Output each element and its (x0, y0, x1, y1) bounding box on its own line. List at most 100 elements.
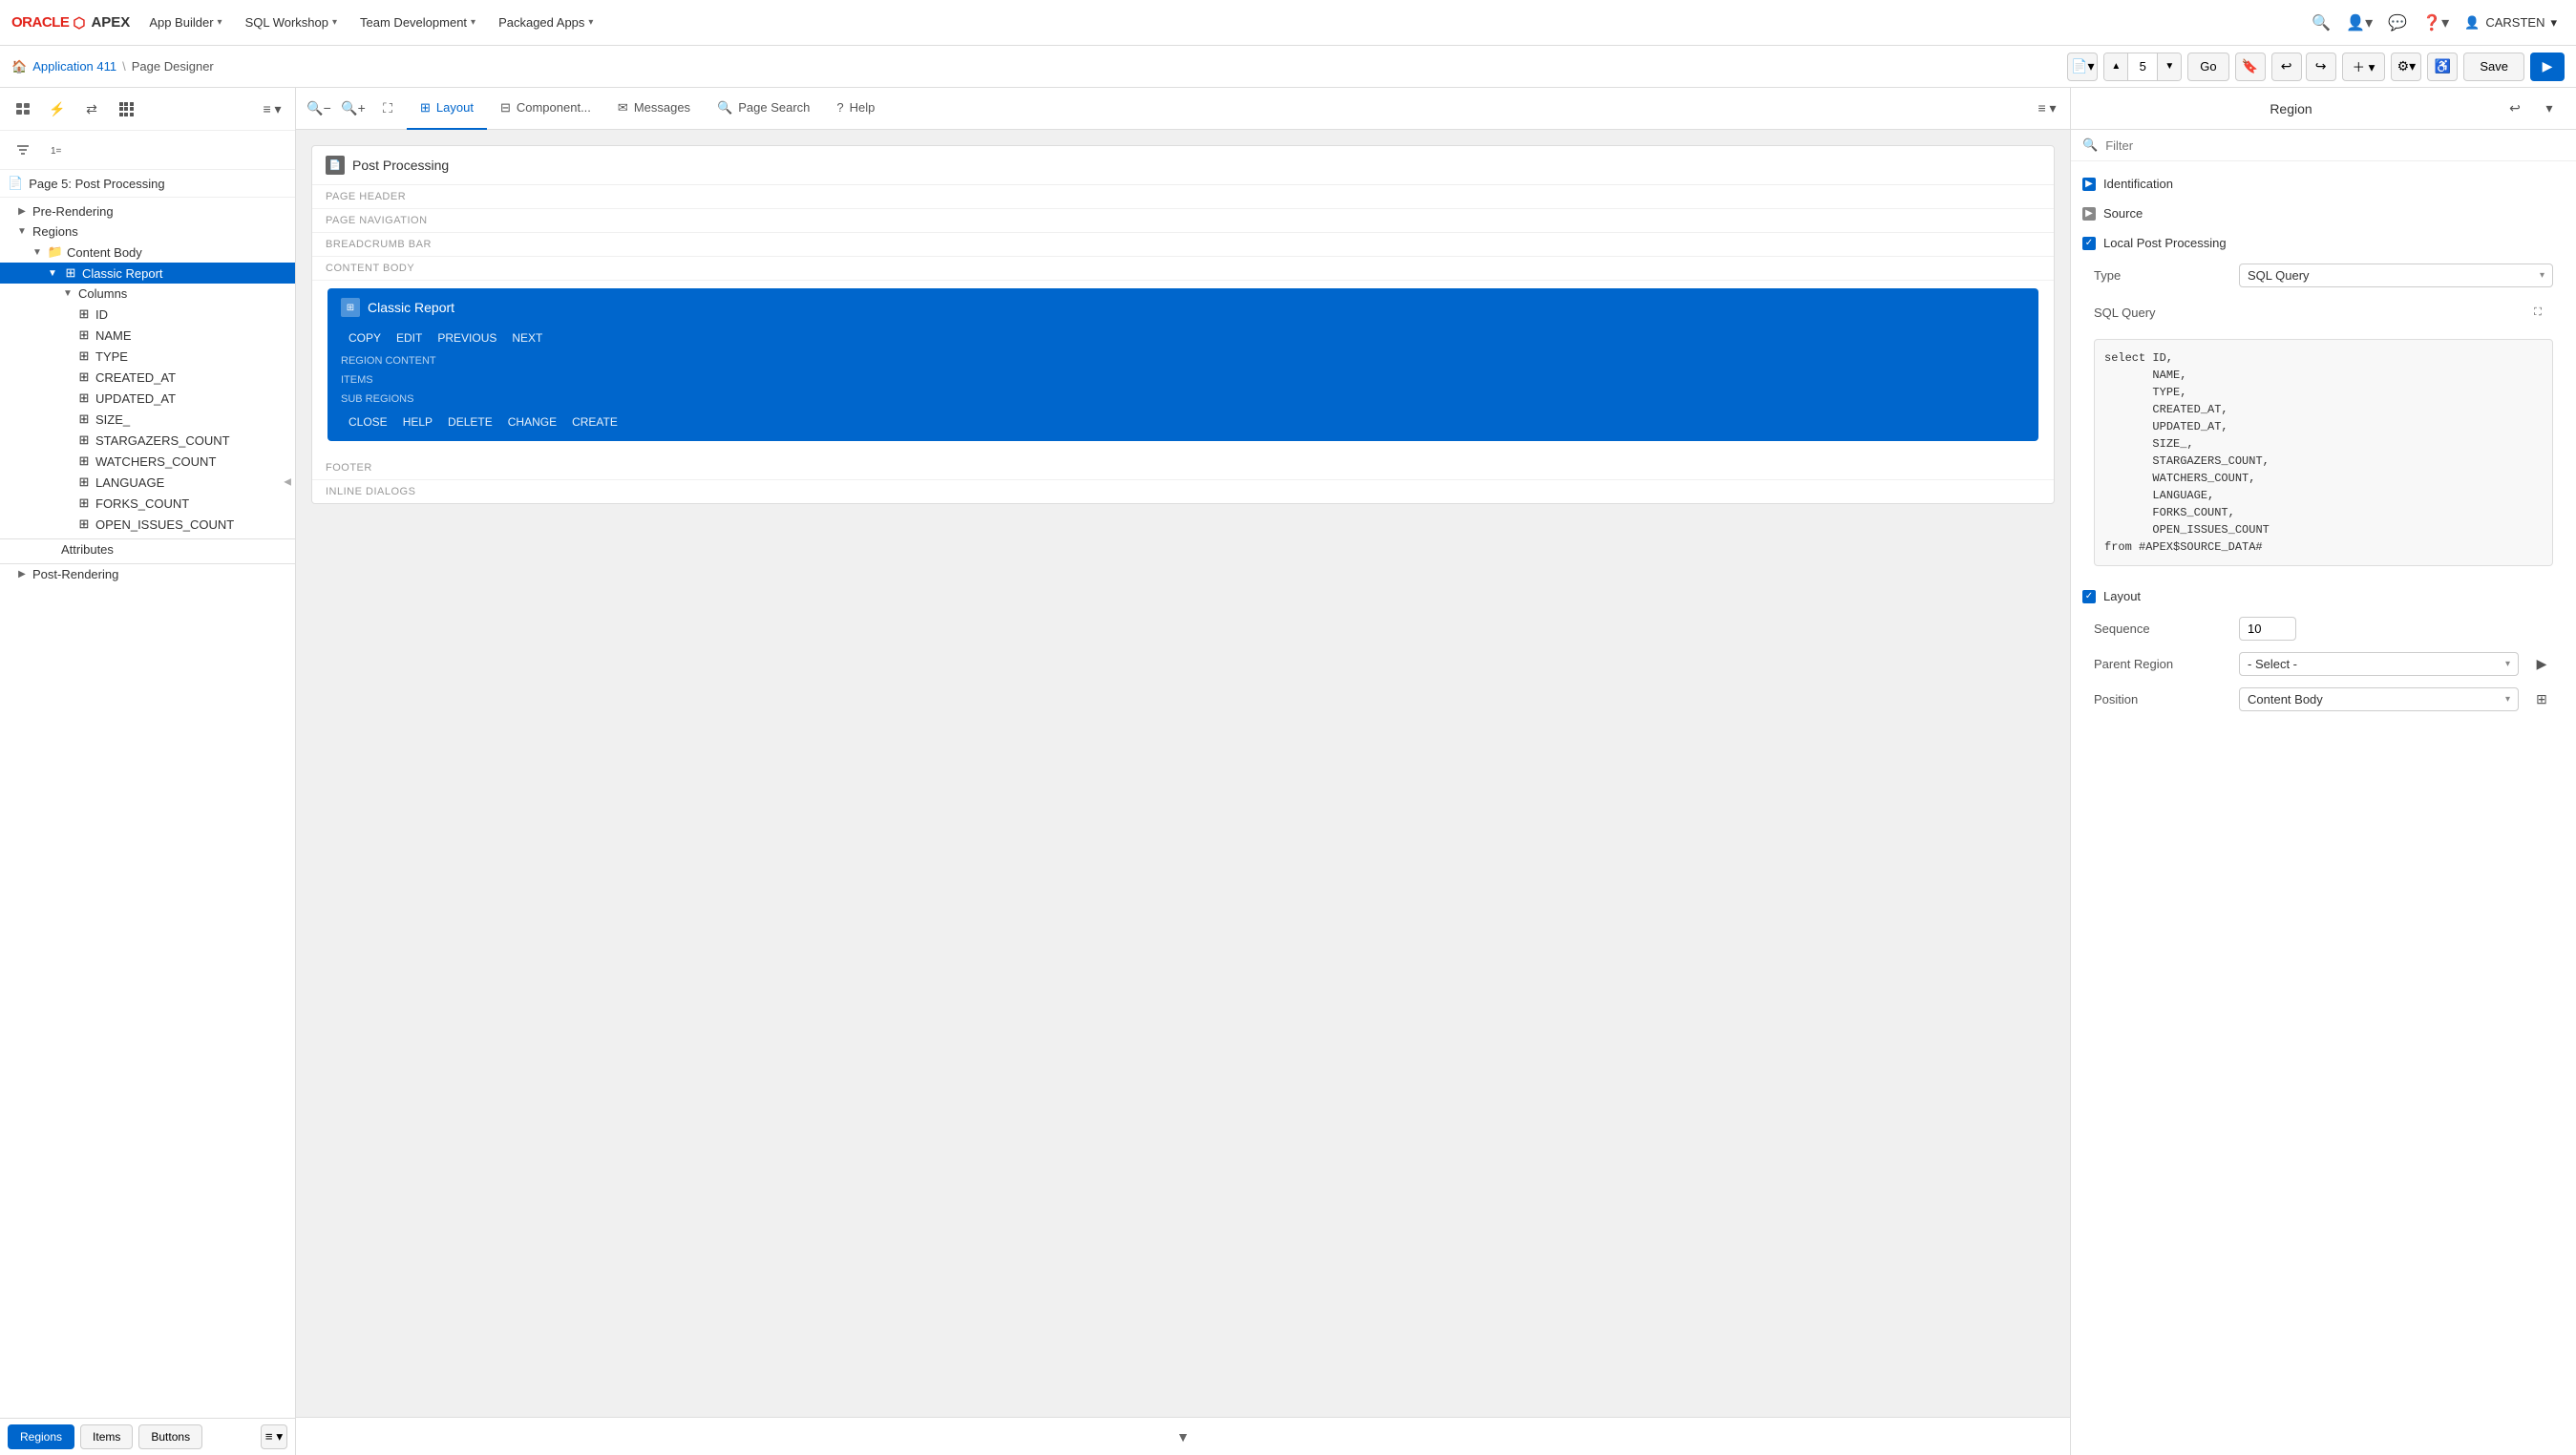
position-select[interactable]: Content Body ▾ (2239, 687, 2519, 711)
items-tab-button[interactable]: Items (80, 1424, 133, 1449)
buttons-tab-button[interactable]: Buttons (138, 1424, 202, 1449)
page-card-title: Post Processing (352, 158, 449, 173)
tree-item-created-at[interactable]: ⊞ CREATED_AT (0, 367, 295, 388)
chat-button[interactable]: 💬 (2380, 6, 2415, 40)
page-num-down-button[interactable]: ▼ (2158, 53, 2181, 80)
tree-item-content-body[interactable]: ▼ 📁 Content Body (0, 242, 295, 263)
layout-toggle: ✓ (2082, 590, 2096, 603)
expand-button[interactable]: ⛶ (372, 94, 403, 124)
tree-item-name[interactable]: ⊞ NAME (0, 325, 295, 346)
compare-button[interactable]: ⇄ (76, 94, 107, 124)
utilities-button[interactable]: ⚙▾ (2391, 53, 2421, 81)
filter-list-button[interactable] (8, 135, 38, 165)
tree-item-watchers[interactable]: ⊞ WATCHERS_COUNT (0, 451, 295, 472)
classic-report-icon: ⊞ (63, 265, 78, 281)
undo-right-button[interactable]: ↩ (2500, 94, 2530, 124)
copy-action[interactable]: COPY (341, 327, 389, 349)
tree-item-updated-at[interactable]: ⊞ UPDATED_AT (0, 388, 295, 409)
zoom-in-button[interactable]: 🔍+ (338, 94, 369, 124)
help-button[interactable]: ❓▾ (2418, 6, 2453, 40)
sort-list-button[interactable]: ≡ ▾ (257, 94, 287, 124)
sql-workshop-nav[interactable]: SQL Workshop ▾ (234, 0, 348, 45)
zoom-out-button[interactable]: 🔍− (304, 94, 334, 124)
tree-item-regions[interactable]: ▼ Regions (0, 221, 295, 242)
next-action[interactable]: NEXT (504, 327, 550, 349)
inline-dialogs-section: INLINE DIALOGS (312, 480, 2054, 503)
numbered-list-button[interactable]: 1= (42, 135, 73, 165)
position-list-button[interactable]: ⊞ (2530, 688, 2553, 711)
expand-right-button[interactable]: ▾ (2534, 94, 2565, 124)
previous-action[interactable]: PREVIOUS (430, 327, 504, 349)
layout-section-header[interactable]: ✓ Layout (2071, 581, 2576, 611)
sql-query-label: SQL Query (2094, 306, 2156, 320)
local-post-processing-section-header[interactable]: ✓ Local Post Processing (2071, 228, 2576, 258)
list-view-button[interactable] (8, 94, 38, 124)
content-body-section: CONTENT BODY (312, 257, 2054, 281)
grid-view-button[interactable] (111, 94, 141, 124)
help-action[interactable]: HELP (395, 411, 440, 433)
app-builder-nav[interactable]: App Builder ▾ (137, 0, 233, 45)
type-select[interactable]: SQL Query ▾ (2239, 264, 2553, 287)
name-label: NAME (95, 328, 132, 343)
bookmark-button[interactable]: 🔖 (2235, 53, 2266, 81)
tree-item-pre-rendering[interactable]: ▶ Pre-Rendering (0, 201, 295, 221)
filter-input[interactable] (2105, 138, 2565, 153)
parent-region-label: Parent Region (2094, 657, 2228, 671)
component-tab[interactable]: ⊟ Component... (487, 88, 604, 130)
tree-item-type[interactable]: ⊞ TYPE (0, 346, 295, 367)
user-profile-button[interactable]: 👤 CARSTEN ▾ (2457, 6, 2565, 40)
tree-item-language[interactable]: ⊞ LANGUAGE ◀ (0, 472, 295, 493)
go-button[interactable]: Go (2187, 53, 2228, 81)
help-tab[interactable]: ? Help (823, 88, 888, 130)
type-form-label: Type (2094, 268, 2228, 283)
tree-view-button[interactable]: ⚡ (42, 94, 73, 124)
undo-button[interactable]: ↩ (2271, 53, 2302, 81)
search-nav-button[interactable]: 🔍 (2304, 6, 2338, 40)
parent-region-expand-button[interactable]: ▶ (2530, 653, 2553, 676)
tree-item-columns[interactable]: ▼ Columns (0, 284, 295, 304)
accessibility-button[interactable]: ♿ (2427, 53, 2458, 81)
tree-item-size[interactable]: ⊞ SIZE_ (0, 409, 295, 430)
edit-action[interactable]: EDIT (389, 327, 430, 349)
messages-tab[interactable]: ✉ Messages (604, 88, 704, 130)
page-header-section: PAGE HEADER (312, 185, 2054, 209)
filter-search-icon: 🔍 (2082, 137, 2098, 153)
page-search-tab[interactable]: 🔍 Page Search (704, 88, 823, 130)
page-num-up-button[interactable]: ▲ (2104, 53, 2127, 80)
page-properties-button[interactable]: 📄▾ (2067, 53, 2098, 81)
close-action[interactable]: CLOSE (341, 411, 395, 433)
add-button[interactable]: ＋ ▾ (2342, 53, 2386, 81)
tree-item-id[interactable]: ⊞ ID (0, 304, 295, 325)
right-panel-header-actions: ↩ ▾ (2500, 94, 2565, 124)
bottom-tabs: Regions Items Buttons ≡ ▾ (0, 1418, 295, 1455)
page-number-input[interactable] (2127, 53, 2158, 80)
parent-region-select[interactable]: - Select - ▾ (2239, 652, 2519, 676)
run-button[interactable]: ▶ (2530, 53, 2565, 81)
tree-item-forks[interactable]: ⊞ FORKS_COUNT (0, 493, 295, 514)
sequence-label: Sequence (2094, 622, 2228, 636)
save-button[interactable]: Save (2463, 53, 2524, 81)
application-link[interactable]: Application 411 (32, 59, 116, 74)
identification-section-header[interactable]: ▶ Identification (2071, 169, 2576, 199)
packaged-apps-nav[interactable]: Packaged Apps ▾ (487, 0, 604, 45)
sql-expand-button[interactable]: ⛶ (2523, 297, 2553, 327)
tree-item-classic-report[interactable]: ▼ ⊞ Classic Report (0, 263, 295, 284)
source-section-header[interactable]: ▶ Source (2071, 199, 2576, 228)
user-menu-button[interactable]: 👤▾ (2342, 6, 2376, 40)
tree-item-attributes[interactable]: Attributes (0, 538, 295, 559)
tree-item-open-issues[interactable]: ⊞ OPEN_ISSUES_COUNT (0, 514, 295, 535)
delete-action[interactable]: DELETE (440, 411, 500, 433)
tree-item-stargazers[interactable]: ⊞ STARGAZERS_COUNT (0, 430, 295, 451)
attributes-label: Attributes (61, 542, 114, 557)
redo-button[interactable]: ↪ (2306, 53, 2336, 81)
tree-item-post-rendering[interactable]: ▶ Post-Rendering (0, 563, 295, 584)
team-development-nav[interactable]: Team Development ▾ (348, 0, 487, 45)
change-action[interactable]: CHANGE (500, 411, 564, 433)
sql-code-editor[interactable]: select ID, NAME, TYPE, CREATED_AT, UPDAT… (2094, 339, 2553, 566)
bottom-tab-menu-button[interactable]: ≡ ▾ (261, 1424, 287, 1449)
sequence-input[interactable] (2239, 617, 2296, 641)
layout-tab[interactable]: ⊞ Layout (407, 88, 487, 130)
canvas-menu-button[interactable]: ≡ ▾ (2032, 94, 2062, 124)
create-action[interactable]: CREATE (564, 411, 625, 433)
regions-tab-button[interactable]: Regions (8, 1424, 74, 1449)
